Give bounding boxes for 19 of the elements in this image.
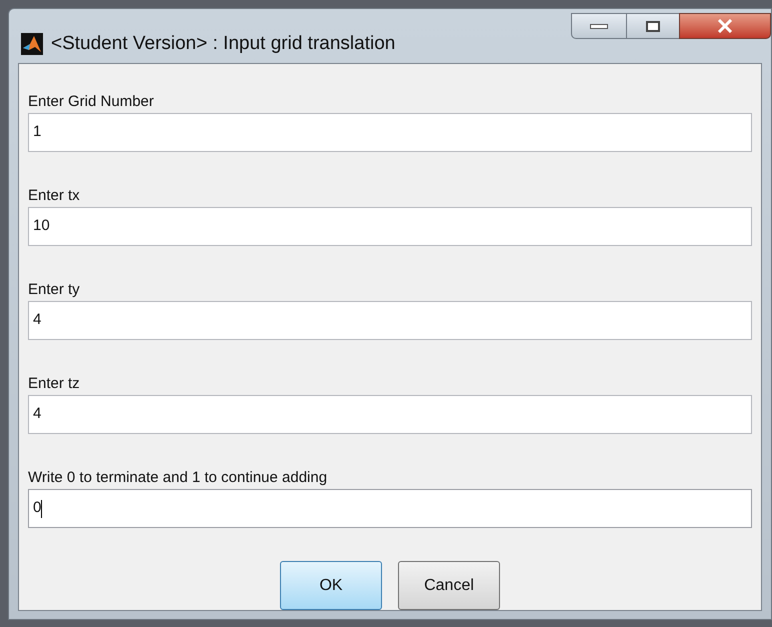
input-field[interactable]: 4 — [28, 395, 752, 434]
input-field[interactable]: 1 — [28, 113, 752, 152]
input-field[interactable]: 0 — [28, 489, 752, 528]
close-button[interactable] — [679, 13, 771, 39]
field-label: Enter Grid Number — [28, 92, 155, 112]
input-field[interactable]: 4 — [28, 301, 752, 340]
field-label: Write 0 to terminate and 1 to continue adding — [28, 468, 328, 488]
window-title: <Student Version> : Input grid translation — [51, 32, 396, 56]
text-cursor — [41, 500, 42, 518]
cancel-button[interactable]: Cancel — [398, 561, 500, 610]
close-icon — [717, 19, 733, 33]
field-label: Enter ty — [28, 280, 81, 300]
field-label: Enter tx — [28, 186, 81, 206]
maximize-button[interactable] — [627, 13, 679, 39]
input-field[interactable]: 10 — [28, 207, 752, 246]
minimize-button[interactable] — [571, 13, 627, 39]
ok-button[interactable]: OK — [280, 561, 382, 610]
peak-logo-icon — [21, 33, 43, 56]
field-label: Enter tz — [28, 374, 81, 394]
